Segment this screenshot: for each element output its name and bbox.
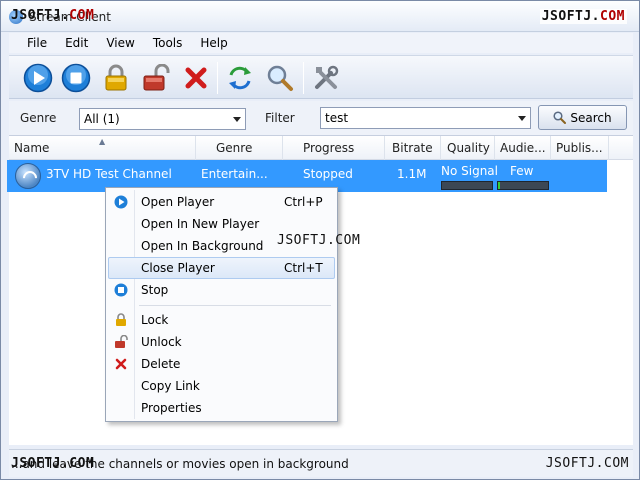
context-item-close-player[interactable]: Close Player Ctrl+T [108,257,335,279]
column-header-bitrate[interactable]: Bitrate [385,136,441,160]
menu-view[interactable]: View [97,36,143,50]
channel-name: 3TV HD Test Channel [46,167,172,181]
watermark-center: JSOFTJ.COM [277,233,361,248]
context-item-open-new-player[interactable]: Open In New Player [108,213,335,235]
context-item-stop[interactable]: Stop [108,279,335,301]
watermark-top-left: JSOFTJ.COM [11,8,95,23]
unlock-icon [143,64,170,91]
menu-bar: File Edit View Tools Help [9,33,633,53]
filter-label: Filter [265,111,295,125]
tools-icon [315,65,339,89]
stop-icon [114,283,128,297]
search-button[interactable]: Search [538,105,627,130]
play-icon [23,63,53,93]
column-header-progress[interactable]: Progress [283,136,385,160]
channel-genre: Entertain... [201,167,268,181]
genre-select[interactable]: All (1) [79,108,246,130]
audience-bar-fill [498,182,500,189]
quality-bar [441,181,493,190]
column-header-genre[interactable]: Genre [196,136,283,160]
play-icon [114,195,128,209]
stop-icon [61,63,91,93]
context-item-label: Unlock [141,335,182,349]
toolbar-refresh-button[interactable] [223,61,257,95]
search-icon [267,65,293,91]
context-item-shortcut: Ctrl+T [284,261,323,275]
channel-quality: No Signal [441,164,498,178]
unlock-icon [115,335,128,348]
menu-tools[interactable]: Tools [144,36,192,50]
refresh-icon [229,66,251,90]
context-item-shortcut: Ctrl+P [284,195,323,209]
context-item-lock[interactable]: Lock [108,309,335,331]
column-header-publisher[interactable]: Publis... [551,136,609,160]
watermark-top-right: JSOFTJ.COM [539,9,627,24]
toolbar-play-button[interactable] [21,61,55,95]
status-bar: ...and leave the channels or movies open… [9,449,633,477]
toolbar [9,55,633,99]
channel-progress: Stopped [303,167,353,181]
lock-icon [116,313,126,326]
context-item-label: Open Player [141,195,215,209]
menu-edit[interactable]: Edit [56,36,97,50]
filter-input[interactable]: test [320,107,531,129]
menu-help[interactable]: Help [191,36,236,50]
app-window: Stream Client JSOFTJ.COM JSOFTJ.COM File… [0,0,640,480]
context-item-properties[interactable]: Properties [108,397,335,419]
context-item-open-player[interactable]: Open Player Ctrl+P [108,191,335,213]
context-item-label: Close Player [141,261,215,275]
filter-input-value: test [325,111,349,125]
toolbar-delete-button[interactable] [179,61,213,95]
toolbar-lock-button[interactable] [99,61,133,95]
toolbar-tools-button[interactable] [309,61,343,95]
search-button-label: Search [570,110,612,125]
context-item-label: Open In Background [141,239,264,253]
genre-label: Genre [20,111,57,125]
context-item-unlock[interactable]: Unlock [108,331,335,353]
chevron-down-icon [518,116,526,121]
title-bar: Stream Client JSOFTJ.COM JSOFTJ.COM [1,1,639,32]
context-item-label: Open In New Player [141,217,260,231]
chevron-down-icon [233,117,241,122]
delete-icon [115,358,127,370]
context-item-label: Lock [141,313,169,327]
context-item-label: Delete [141,357,181,371]
genre-select-value: All (1) [84,112,120,126]
column-header-name[interactable]: Name [9,136,196,160]
toolbar-separator [303,62,304,94]
channel-audience: Few [510,164,534,178]
column-header-quality[interactable]: Quality [441,136,495,160]
lock-icon [105,64,127,91]
context-item-delete[interactable]: Delete [108,353,335,375]
search-icon [553,111,567,124]
audience-bar [497,181,549,190]
toolbar-unlock-button[interactable] [139,61,173,95]
rss-icon [15,163,41,189]
filter-bar: Genre All (1) Filter test Search [9,101,633,135]
toolbar-search-button[interactable] [263,61,297,95]
watermark-bottom-left: JSOFTJ.COM [11,456,95,471]
watermark-bottom-right: JSOFTJ.COM [545,456,629,471]
context-item-label: Properties [141,401,202,415]
channel-bitrate: 1.1M [397,167,427,181]
list-header: ▲ Name Genre Progress Bitrate Quality Au… [9,136,633,160]
toolbar-separator [217,62,218,94]
delete-icon [185,67,207,89]
toolbar-stop-button[interactable] [59,61,93,95]
context-menu-separator [139,305,331,306]
context-item-label: Stop [141,283,169,297]
column-header-audience[interactable]: Audie... [495,136,551,160]
context-menu: Open Player Ctrl+P Open In New Player Op… [105,187,338,422]
context-item-copy-link[interactable]: Copy Link [108,375,335,397]
menu-file[interactable]: File [9,36,56,50]
context-item-label: Copy Link [141,379,200,393]
